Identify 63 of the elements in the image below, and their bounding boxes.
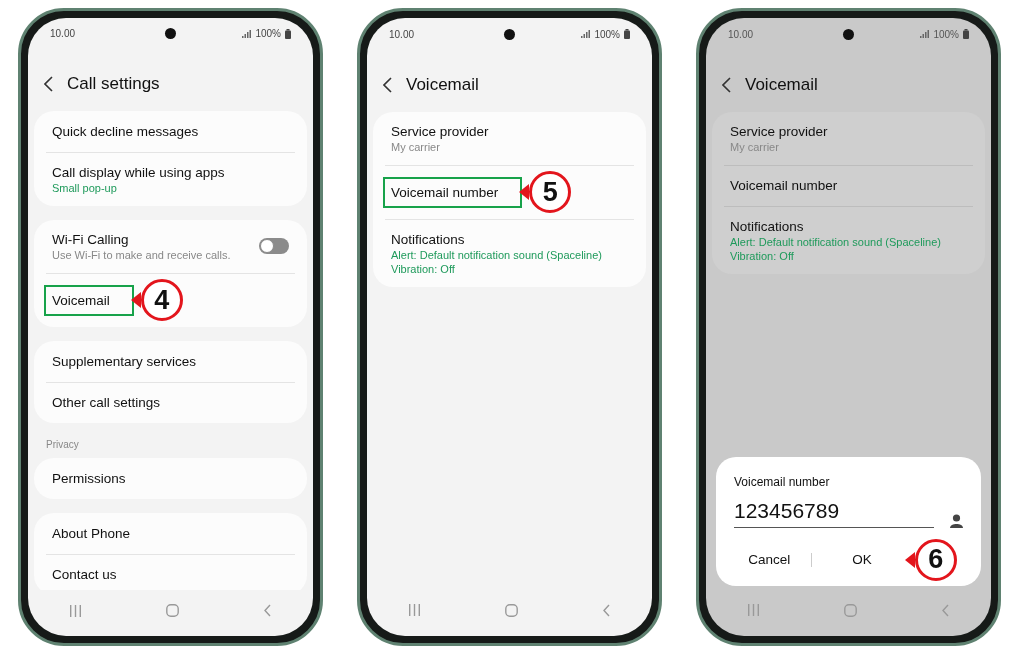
home-icon[interactable] xyxy=(844,603,857,617)
step-number: 6 xyxy=(914,538,957,581)
callout-pointer-icon xyxy=(519,184,530,200)
signal-icon xyxy=(581,30,591,38)
back-icon[interactable] xyxy=(44,76,53,93)
setting-title[interactable]: Service provider xyxy=(391,122,489,140)
battery-level: 100% xyxy=(933,27,959,42)
setting-title[interactable]: Wi-Fi Calling xyxy=(52,230,129,248)
setting-value: Alert: Default notification sound (Spaceline) xyxy=(730,235,941,249)
setting-title[interactable]: Contact us xyxy=(52,566,117,584)
back-icon[interactable] xyxy=(383,76,392,93)
setting-title[interactable]: Notifications xyxy=(730,217,804,235)
status-time: 10.00 xyxy=(728,27,755,42)
step-number: 5 xyxy=(529,171,572,213)
number-input-field[interactable]: 123456789 xyxy=(734,495,934,528)
battery-icon xyxy=(285,28,291,39)
screen-title: Voicemail xyxy=(745,74,818,96)
status-time: 10.00 xyxy=(389,27,416,42)
setting-value: My carrier xyxy=(730,140,779,154)
toggle-switch[interactable] xyxy=(259,238,289,255)
setting-value: My carrier xyxy=(391,140,440,154)
highlighted-setting-title[interactable]: Voicemail xyxy=(44,284,134,316)
dialog-button[interactable]: Cancel xyxy=(740,545,799,574)
recent-apps-icon[interactable] xyxy=(409,604,421,616)
callout-pointer-icon xyxy=(130,292,141,309)
setting-title[interactable]: Notifications xyxy=(391,230,465,248)
setting-title[interactable]: Call display while using apps xyxy=(52,163,225,181)
setting-title[interactable]: Supplementary services xyxy=(52,352,197,370)
highlighted-setting-title[interactable]: Voicemail number xyxy=(383,176,523,208)
dialog-title: Voicemail number xyxy=(734,474,831,492)
recent-apps-icon[interactable] xyxy=(70,604,82,617)
setting-value: Vibration: Off xyxy=(391,262,455,276)
setting-title[interactable]: Service provider xyxy=(730,122,828,140)
setting-title[interactable]: Quick decline messages xyxy=(52,122,199,140)
status-time: 10.00 xyxy=(50,27,77,42)
battery-icon xyxy=(963,29,969,39)
setting-value: Small pop-up xyxy=(52,181,117,195)
signal-icon xyxy=(242,29,252,38)
home-icon[interactable] xyxy=(166,604,179,618)
battery-level: 100% xyxy=(255,27,281,42)
camera-icon xyxy=(843,28,854,40)
callout-pointer-icon xyxy=(904,551,915,568)
setting-title[interactable]: Voicemail number xyxy=(730,177,838,194)
home-icon[interactable] xyxy=(505,603,518,617)
section-header: Privacy xyxy=(45,437,80,452)
battery-icon xyxy=(624,29,630,39)
camera-icon xyxy=(165,28,176,40)
screen-title: Call settings xyxy=(67,73,160,96)
signal-icon xyxy=(920,30,930,38)
back-icon[interactable] xyxy=(722,76,731,93)
setting-title[interactable]: Permissions xyxy=(52,469,126,487)
setting-title[interactable]: About Phone xyxy=(52,524,131,542)
ok-button[interactable]: OK xyxy=(824,543,908,576)
setting-value: Use Wi-Fi to make and receive calls. xyxy=(52,248,231,262)
setting-title[interactable]: Other call settings xyxy=(52,394,161,412)
contact-icon[interactable] xyxy=(950,513,963,528)
camera-icon xyxy=(504,28,515,40)
step-number: 4 xyxy=(140,279,183,322)
setting-value: Alert: Default notification sound (Spaceline) xyxy=(391,248,602,262)
setting-value: Vibration: Off xyxy=(730,249,794,263)
screen-title: Voicemail xyxy=(406,74,479,96)
battery-level: 100% xyxy=(594,27,620,42)
recent-apps-icon[interactable] xyxy=(748,604,760,616)
